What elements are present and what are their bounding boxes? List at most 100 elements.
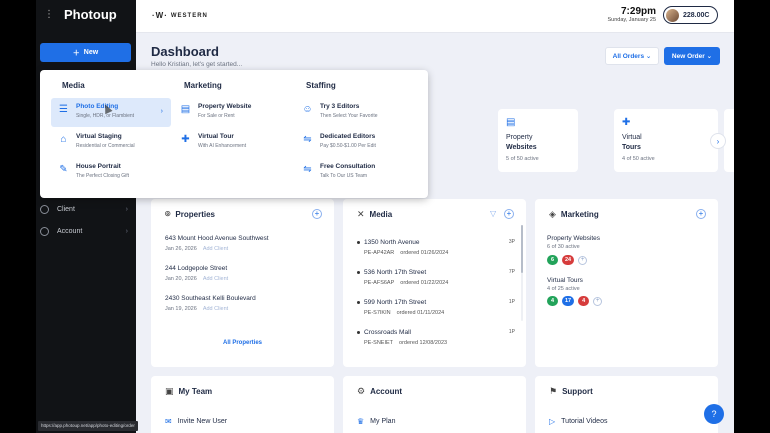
property-date: Jan 26, 2026 — [165, 246, 197, 252]
menu-item-sub: For Sale or Rent — [198, 113, 235, 119]
filter-icon[interactable]: ▽ — [490, 209, 496, 218]
account-title: Account — [370, 387, 403, 396]
menu-item-try-3-editors[interactable]: ☺ Try 3 Editors Then Select Your Favorit… — [295, 98, 415, 127]
menu-item-virtual-staging[interactable]: ⌂ Virtual Staging Residential or Commerc… — [51, 128, 171, 157]
property-row[interactable]: 244 Lodgepole Street Jan 20, 2026 Add Cl… — [165, 265, 228, 282]
add-media-icon[interactable]: + — [504, 209, 514, 219]
media-header: ✕ Media — [357, 209, 392, 220]
marketing-badges: 6 24 + — [547, 255, 588, 265]
brush-icon: ✎ — [59, 164, 68, 175]
property-address: 643 Mount Hood Avenue Southwest — [165, 235, 269, 242]
chevron-right-icon: › — [125, 205, 128, 213]
chat-button[interactable]: ? — [704, 404, 724, 424]
tutorial-videos-link[interactable]: ▷ Tutorial Videos — [549, 417, 607, 426]
sidebar-item-account[interactable]: Account › — [40, 223, 132, 239]
menu-item-title: Free Consultation — [320, 163, 376, 170]
menu-item-house-portrait[interactable]: ✎ House Portrait The Perfect Closing Gif… — [51, 158, 171, 187]
app-logo: Photoup — [64, 7, 117, 22]
sidebar: ⋮ Photoup ＋ New Client › Account › — [36, 0, 136, 433]
sidebar-item-client[interactable]: Client › — [40, 201, 132, 217]
menu-dots-icon[interactable]: ⋮ — [44, 10, 54, 20]
service-card-virtual-tours[interactable]: ✚ Virtual Tours 4 of 50 active — [614, 109, 718, 172]
new-order-button[interactable]: New Order ⌄ — [664, 47, 720, 65]
property-address: 2430 Southeast Kelli Boulevard — [165, 295, 256, 302]
play-icon: ▷ — [549, 417, 556, 426]
chevron-right-icon: › — [160, 108, 163, 115]
add-tour-icon[interactable]: + — [593, 296, 603, 306]
handshake-icon: ⇋ — [303, 164, 312, 175]
marketing-panel: ◈ Marketing + Property Websites 6 of 30 … — [535, 199, 718, 367]
bullet-icon — [357, 271, 360, 274]
all-properties-link[interactable]: All Properties — [151, 340, 334, 346]
all-orders-button[interactable]: All Orders ⌄ — [605, 47, 659, 65]
balance-button[interactable]: 228.00C — [663, 6, 718, 24]
property-row[interactable]: 643 Mount Hood Avenue Southwest Jan 26, … — [165, 235, 269, 252]
media-count: 1P — [508, 329, 515, 335]
menu-item-dedicated-editors[interactable]: ⇋ Dedicated Editors Pay $0.50-$1.00 Per … — [295, 128, 415, 157]
support-icon: ⚑ — [549, 386, 558, 396]
service-card-property-websites[interactable]: ▤ Property Websites 5 of 50 active — [498, 109, 578, 172]
chat-icon: ? — [711, 409, 717, 419]
marketing-header: ◈ Marketing — [549, 209, 599, 220]
inactive-badge[interactable]: 24 — [562, 255, 575, 265]
menu-item-title: Try 3 Editors — [320, 103, 360, 110]
menu-item-title: Virtual Tour — [198, 133, 234, 140]
invite-user-label: Invite New User — [177, 418, 228, 425]
letterbox-right — [734, 0, 770, 433]
media-address: 1350 North Avenue — [364, 239, 420, 246]
menu-item-free-consultation[interactable]: ⇋ Free Consultation Talk To Our US Team — [295, 158, 415, 187]
add-client-link[interactable]: Add Client — [203, 306, 228, 312]
active-badge[interactable]: 4 — [547, 296, 558, 306]
menu-item-virtual-tour[interactable]: ✚ Virtual Tour With AI Enhancement — [173, 128, 293, 157]
invite-user-link[interactable]: ✉ Invite New User — [165, 417, 227, 426]
balance-amount: 228.00C — [683, 11, 710, 19]
media-row[interactable]: 536 North 17th Street 7P PE-AFS6AP ordere… — [357, 269, 515, 286]
add-website-icon[interactable]: + — [578, 255, 588, 265]
active-badge[interactable]: 6 — [547, 255, 558, 265]
carousel-next-button[interactable]: › — [710, 133, 726, 149]
menu-item-sub: The Perfect Closing Gift — [76, 173, 130, 179]
marketing-title: Marketing — [560, 210, 599, 219]
properties-title: Properties — [175, 210, 215, 219]
media-row[interactable]: Crossroads Mall 1P PE-SNEIET ordered 12/0… — [357, 329, 515, 346]
menu-item-property-website[interactable]: ▤ Property Website For Sale or Rent — [173, 98, 293, 127]
bullet-icon — [357, 331, 360, 334]
menu-item-title: Dedicated Editors — [320, 133, 376, 140]
page-title: Dashboard — [151, 44, 219, 59]
menu-item-sub: Residential or Commercial — [76, 143, 135, 149]
add-client-link[interactable]: Add Client — [203, 246, 228, 252]
menu-item-title: Virtual Staging — [76, 133, 122, 140]
add-marketing-icon[interactable]: + — [696, 209, 706, 219]
add-property-icon[interactable]: + — [312, 209, 322, 219]
brand-name: WESTERN — [170, 12, 208, 19]
menu-heading-marketing: Marketing — [184, 81, 222, 90]
menu-item-photo-editing[interactable]: ☰ Photo Editing Single, HDR, or Flambien… — [51, 98, 171, 127]
my-plan-link[interactable]: ♛ My Plan — [357, 417, 395, 426]
new-button[interactable]: ＋ New — [40, 43, 131, 62]
menu-item-sub: Talk To Our US Team — [320, 173, 368, 179]
menu-item-sub: Then Select Your Favorite — [320, 113, 378, 119]
brand-logo: ·W· WESTERN — [152, 11, 208, 20]
account-icon — [40, 226, 49, 236]
marketing-group-sub: 6 of 30 active — [547, 244, 580, 250]
order-code: PE-AFS6AP — [364, 280, 395, 286]
media-address: 536 North 17th Street — [364, 269, 427, 276]
order-date: ordered 01/22/2024 — [400, 280, 449, 286]
media-row[interactable]: 599 North 17th Street 1P PE-S7IKIN ordere… — [357, 299, 515, 316]
property-address: 244 Lodgepole Street — [165, 265, 228, 272]
handshake-icon: ⇋ — [303, 134, 312, 145]
my-plan-label: My Plan — [370, 418, 396, 425]
media-row[interactable]: 1350 North Avenue 3P PE-AP42AR ordered 01… — [357, 239, 515, 256]
media-scroll-thumb[interactable] — [521, 225, 523, 273]
pending-badge[interactable]: 17 — [562, 296, 575, 306]
property-row[interactable]: 2430 Southeast Kelli Boulevard Jan 19, 2… — [165, 295, 256, 312]
megaphone-icon: ◈ — [549, 209, 556, 219]
add-client-link[interactable]: Add Client — [203, 276, 228, 282]
order-code: PE-S7IKIN — [364, 310, 391, 316]
service-card-status: 4 of 50 active — [622, 156, 655, 162]
avatar — [666, 8, 679, 22]
team-title: My Team — [178, 387, 213, 396]
app-frame: ⋮ Photoup ＋ New Client › Account › ·W· W… — [0, 0, 770, 433]
new-order-mega-menu: Media Marketing Staffing ☰ Photo Editing… — [40, 70, 428, 198]
inactive-badge[interactable]: 4 — [578, 296, 590, 306]
